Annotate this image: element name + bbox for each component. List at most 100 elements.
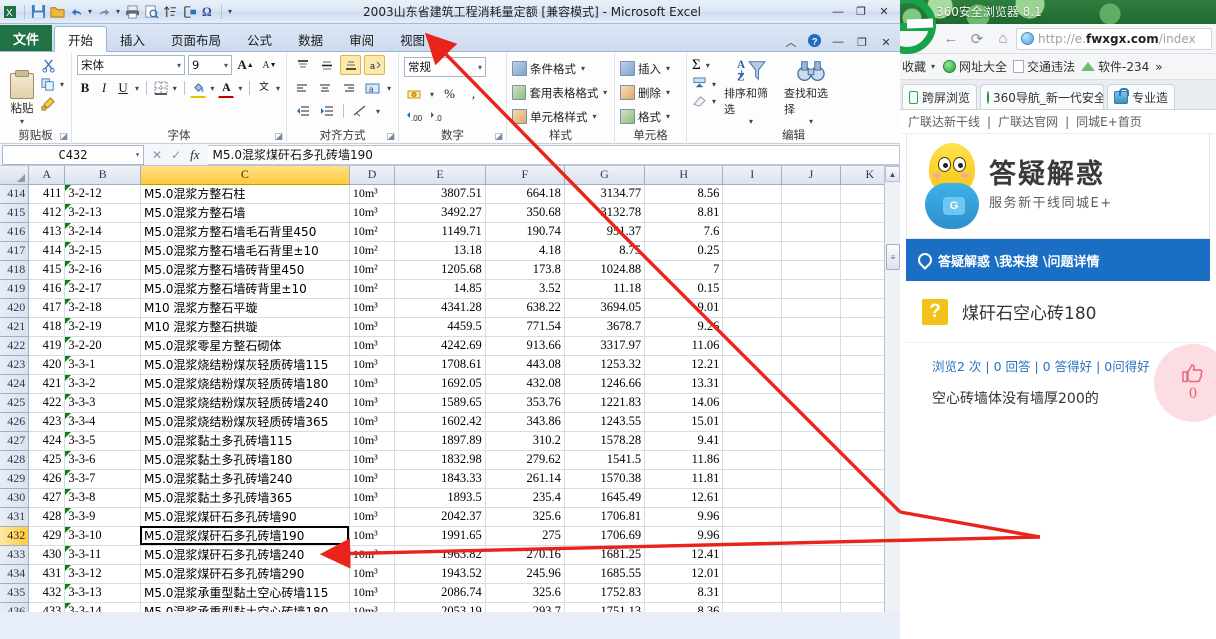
number-format-select[interactable]: 常规 ▾ <box>404 57 486 77</box>
window-controls[interactable]: — ❐ ✕ <box>830 5 898 19</box>
italic-button[interactable]: I <box>96 78 112 98</box>
cell-B[interactable]: 3-2-20 <box>64 336 141 356</box>
row-header[interactable]: 429 <box>0 469 30 489</box>
cell-H[interactable]: 12.01 <box>644 564 724 584</box>
font-color-dropdown-icon[interactable]: ▾ <box>237 84 243 93</box>
cell-C[interactable]: M5.0混浆零星方整石砌体 <box>140 336 350 356</box>
font-size-dropdown-icon[interactable]: ▾ <box>224 61 228 70</box>
cell-F[interactable]: 913.66 <box>485 336 565 356</box>
cell-G[interactable]: 3678.7 <box>564 317 646 337</box>
fill-color-dropdown-icon[interactable]: ▾ <box>209 84 215 93</box>
tab-page-layout[interactable]: 页面布局 <box>158 27 234 51</box>
save-icon[interactable] <box>29 3 47 21</box>
cell-D[interactable]: 10m³ <box>349 203 396 223</box>
cell-B[interactable]: 3-3-11 <box>64 545 141 565</box>
cell-D[interactable]: 10m³ <box>349 469 396 489</box>
formula-input[interactable]: M5.0混浆煤矸石多孔砖墙190 <box>207 144 900 165</box>
font-dialog-launcher[interactable]: ◪ <box>274 131 283 142</box>
font-size-input[interactable]: 9 ▾ <box>188 55 232 75</box>
currency-dropdown-icon[interactable]: ▾ <box>428 90 436 99</box>
cell-I[interactable] <box>722 184 783 204</box>
cell-A[interactable]: 423 <box>28 412 66 432</box>
cell-H[interactable]: 8.56 <box>644 184 724 204</box>
row-header[interactable]: 415 <box>0 203 30 223</box>
cell-D[interactable]: 10m² <box>349 222 396 242</box>
cell-B[interactable]: 3-3-1 <box>64 355 141 375</box>
cell-B[interactable]: 3-3-3 <box>64 393 141 413</box>
row-header[interactable]: 419 <box>0 279 30 299</box>
row-header[interactable]: 436 <box>0 602 30 612</box>
shrink-font-button[interactable]: A ▼ <box>259 55 280 75</box>
cell-B[interactable]: 3-2-16 <box>64 260 141 280</box>
cell-F[interactable]: 771.54 <box>485 317 565 337</box>
cell-G[interactable]: 3132.78 <box>564 203 646 223</box>
table-row[interactable]: 419 416 3-2-17 M5.0混浆方整石墙砖背里±10 10m² 14.85 3.5… <box>0 279 900 299</box>
cell-G[interactable]: 11.18 <box>564 279 646 299</box>
cell-H[interactable]: 11.86 <box>644 450 724 470</box>
cell-G[interactable]: 3317.97 <box>564 336 646 356</box>
row-header[interactable]: 418 <box>0 260 30 280</box>
cell-H[interactable]: 9.41 <box>644 431 724 451</box>
autosum-button[interactable]: Σ ▾ <box>692 57 718 74</box>
cell-H[interactable]: 12.61 <box>644 488 724 508</box>
table-row[interactable]: 414 411 3-2-12 M5.0混浆方整石柱 10m³ 3807.51 664.18 3… <box>0 184 900 204</box>
cell-J[interactable] <box>781 222 841 242</box>
cell-H[interactable]: 8.36 <box>644 602 724 612</box>
sublink-glodon-newline[interactable]: 广联达新干线 <box>908 113 980 130</box>
cell-F[interactable]: 279.62 <box>485 450 565 470</box>
cell-B[interactable]: 3-3-8 <box>64 488 141 508</box>
sheet-vertical-scrollbar[interactable]: ▲ ≡ <box>884 166 900 612</box>
cell-G[interactable]: 951.37 <box>564 222 646 242</box>
cell-A[interactable]: 415 <box>28 260 66 280</box>
bookmark-site-directory[interactable]: 网址大全 <box>943 58 1007 75</box>
cell-H[interactable]: 11.81 <box>644 469 724 489</box>
cell-J[interactable] <box>781 564 841 584</box>
cell-E[interactable]: 4459.5 <box>394 317 486 337</box>
cell-G[interactable]: 1024.88 <box>564 260 646 280</box>
fill-dropdown-icon[interactable]: ▾ <box>710 80 718 89</box>
cell-H[interactable]: 8.81 <box>644 203 724 223</box>
cell-H[interactable]: 13.31 <box>644 374 724 394</box>
cell-E[interactable]: 2053.19 <box>394 602 486 612</box>
cell-I[interactable] <box>722 374 783 394</box>
cell-D[interactable]: 10m³ <box>349 336 396 356</box>
ribbon-close-button[interactable]: ✕ <box>878 36 894 49</box>
cell-E[interactable]: 1897.89 <box>394 431 486 451</box>
column-header-F[interactable]: F <box>485 166 565 185</box>
table-row[interactable]: 432 429 3-3-10 M5.0混浆煤矸石多孔砖墙190 10m³ 1991.65 2… <box>0 526 900 546</box>
align-top-button[interactable] <box>292 55 313 75</box>
cell-E[interactable]: 4242.69 <box>394 336 486 356</box>
cell-E[interactable]: 1692.05 <box>394 374 486 394</box>
cell-E[interactable]: 3492.27 <box>394 203 486 223</box>
cell-E[interactable]: 1149.71 <box>394 222 486 242</box>
delete-cells-dropdown-icon[interactable]: ▾ <box>664 88 672 97</box>
cell-D[interactable]: 10m³ <box>349 317 396 337</box>
tab-file[interactable]: 文件 <box>0 25 52 51</box>
cell-B[interactable]: 3-3-7 <box>64 469 141 489</box>
sublink-glodon-official[interactable]: 广联达官网 <box>998 113 1058 130</box>
cell-B[interactable]: 3-2-17 <box>64 279 141 299</box>
cell-A[interactable]: 412 <box>28 203 66 223</box>
decrease-indent-button[interactable] <box>292 101 313 121</box>
cell-B[interactable]: 3-3-9 <box>64 507 141 527</box>
cell-H[interactable]: 12.41 <box>644 545 724 565</box>
bold-button[interactable]: B <box>77 78 93 98</box>
row-header[interactable]: 417 <box>0 241 30 261</box>
cell-E[interactable]: 1991.65 <box>394 526 486 546</box>
cell-A[interactable]: 432 <box>28 583 66 603</box>
tab-home[interactable]: 开始 <box>54 26 108 52</box>
table-row[interactable]: 428 425 3-3-6 M5.0混浆黏土多孔砖墙180 10m³ 1832.98 279… <box>0 450 900 470</box>
cell-F[interactable]: 353.76 <box>485 393 565 413</box>
like-button[interactable]: 0 <box>1154 344 1216 422</box>
cell-J[interactable] <box>781 374 841 394</box>
cell-B[interactable]: 3-3-2 <box>64 374 141 394</box>
cell-G[interactable]: 1578.28 <box>564 431 646 451</box>
cell-A[interactable]: 413 <box>28 222 66 242</box>
cell-F[interactable]: 293.7 <box>485 602 565 612</box>
cell-C[interactable]: M5.0混浆烧结粉煤灰轻质砖墙240 <box>140 393 350 413</box>
column-header-E[interactable]: E <box>394 166 486 185</box>
cell-I[interactable] <box>722 336 783 356</box>
cell-C[interactable]: M10 混浆方整石拱璇 <box>140 317 350 337</box>
column-header-J[interactable]: J <box>781 166 841 185</box>
cell-I[interactable] <box>722 317 783 337</box>
